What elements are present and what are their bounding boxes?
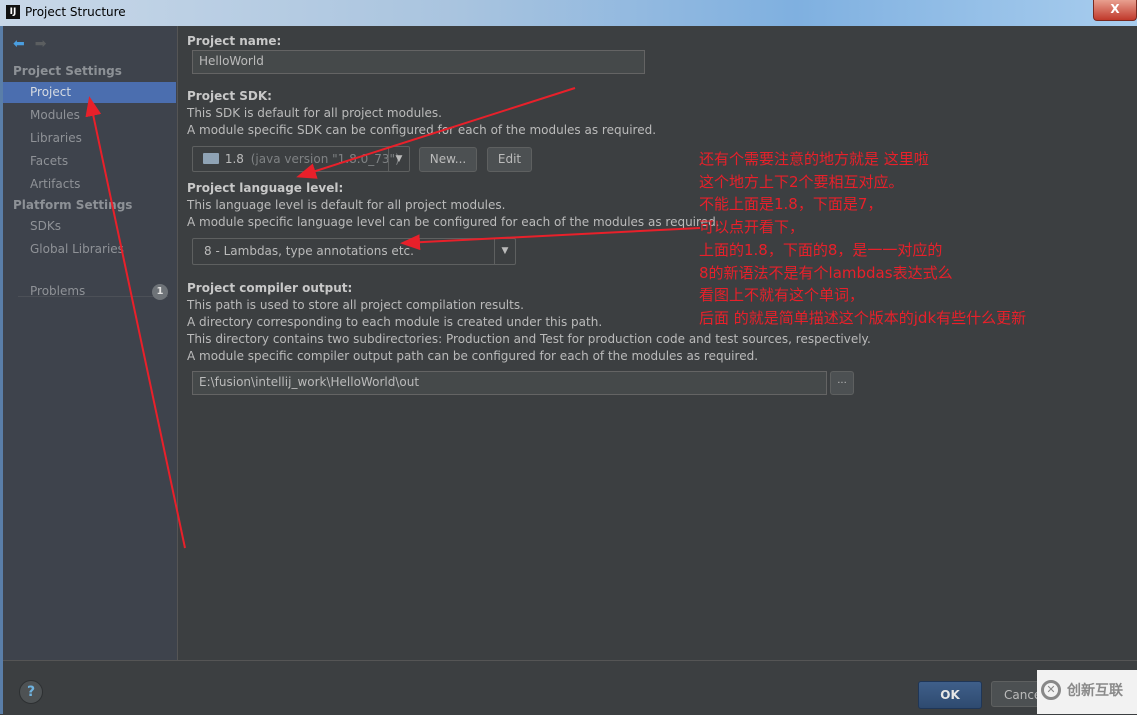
- section-platform-settings: Platform Settings: [13, 198, 133, 212]
- section-project-settings: Project Settings: [13, 64, 122, 78]
- annotation-line: 看图上不就有这个单词，: [699, 286, 865, 305]
- sdk-desc-1: This SDK is default for all project modu…: [187, 106, 442, 120]
- watermark: ✕ 创新互联: [1037, 670, 1137, 714]
- language-level-label: Project language level:: [187, 181, 344, 195]
- project-settings-panel: Project name: HelloWorld Project SDK: Th…: [178, 26, 1137, 660]
- sdk-version-detail: (java version "1.8.0_73"): [250, 152, 400, 166]
- ok-button[interactable]: OK: [918, 681, 982, 709]
- annotation-line: 8的新语法不是有个lambdas表达式么: [699, 263, 953, 282]
- intellij-app-icon: IJ: [6, 5, 20, 19]
- sdk-desc-2: A module specific SDK can be configured …: [187, 123, 657, 137]
- sidebar: ⬅ ➡ Project Settings Project Modules Libr…: [3, 26, 178, 660]
- sidebar-item-sdks[interactable]: SDKs: [3, 216, 176, 237]
- compiler-desc-4: A module specific compiler output path c…: [187, 349, 759, 363]
- annotation-line: 这个地方上下2个要相互对应。: [699, 172, 904, 191]
- compiler-desc-2: A directory corresponding to each module…: [187, 315, 603, 329]
- compiler-desc-3: This directory contains two subdirectori…: [187, 332, 871, 346]
- sidebar-item-libraries[interactable]: Libraries: [3, 128, 176, 149]
- sidebar-item-global-libraries[interactable]: Global Libraries: [3, 239, 176, 260]
- sidebar-item-artifacts[interactable]: Artifacts: [3, 174, 176, 195]
- sidebar-item-modules[interactable]: Modules: [3, 105, 176, 126]
- language-level-desc-1: This language level is default for all p…: [187, 198, 506, 212]
- annotation-line: 可以点开看下，: [699, 218, 805, 237]
- back-arrow-icon[interactable]: ⬅: [13, 36, 25, 52]
- project-name-label: Project name:: [187, 34, 282, 48]
- language-level-dropdown[interactable]: 8 - Lambdas, type annotations etc. ▼: [192, 238, 516, 265]
- annotation-notes: 还有个需要注意的地方就是 这里啦 这个地方上下2个要相互对应。 不能上面是1.8…: [699, 148, 1026, 330]
- nav-arrows: ⬅ ➡: [13, 36, 56, 52]
- problems-label: Problems: [30, 284, 86, 298]
- project-sdk-label: Project SDK:: [187, 89, 272, 103]
- sidebar-item-project[interactable]: Project: [3, 82, 176, 103]
- chevron-down-icon[interactable]: ▼: [388, 147, 409, 171]
- compiler-output-label: Project compiler output:: [187, 281, 353, 295]
- problems-count-badge: 1: [152, 284, 168, 300]
- edit-sdk-button[interactable]: Edit: [487, 147, 532, 172]
- dialog-footer: ? OK Cancel: [3, 660, 1137, 715]
- sdk-version: 1.8: [224, 152, 244, 166]
- help-button[interactable]: ?: [19, 680, 43, 704]
- watermark-logo-icon: ✕: [1041, 680, 1061, 700]
- compiler-output-path-input[interactable]: E:\fusion\intellij_work\HelloWorld\out: [192, 371, 827, 395]
- annotation-line: 上面的1.8，下面的8，是一一对应的: [699, 240, 943, 259]
- sidebar-item-facets[interactable]: Facets: [3, 151, 176, 172]
- folder-icon: [203, 153, 219, 164]
- annotation-line: 不能上面是1.8，下面是7，: [699, 195, 883, 214]
- annotation-line: 后面 的就是简单描述这个版本的jdk有些什么更新: [699, 308, 1027, 327]
- new-sdk-button[interactable]: New...: [419, 147, 477, 172]
- close-button[interactable]: X: [1093, 0, 1137, 21]
- compiler-desc-1: This path is used to store all project c…: [187, 298, 524, 312]
- browse-button[interactable]: ...: [830, 371, 854, 395]
- forward-arrow-icon[interactable]: ➡: [35, 36, 47, 52]
- language-level-value: 8 - Lambdas, type annotations etc.: [204, 244, 414, 258]
- watermark-text: 创新互联: [1067, 683, 1123, 699]
- window-title: Project Structure: [25, 5, 126, 19]
- sidebar-item-problems[interactable]: Problems 1: [3, 281, 176, 302]
- annotation-line: 还有个需要注意的地方就是 这里啦: [699, 150, 929, 168]
- sdk-dropdown[interactable]: 1.8 (java version "1.8.0_73") ▼: [192, 146, 410, 172]
- title-bar: IJ Project Structure X: [0, 0, 1137, 26]
- chevron-down-icon[interactable]: ▼: [494, 239, 515, 264]
- language-level-desc-2: A module specific language level can be …: [187, 215, 720, 229]
- project-name-input[interactable]: HelloWorld: [192, 50, 645, 74]
